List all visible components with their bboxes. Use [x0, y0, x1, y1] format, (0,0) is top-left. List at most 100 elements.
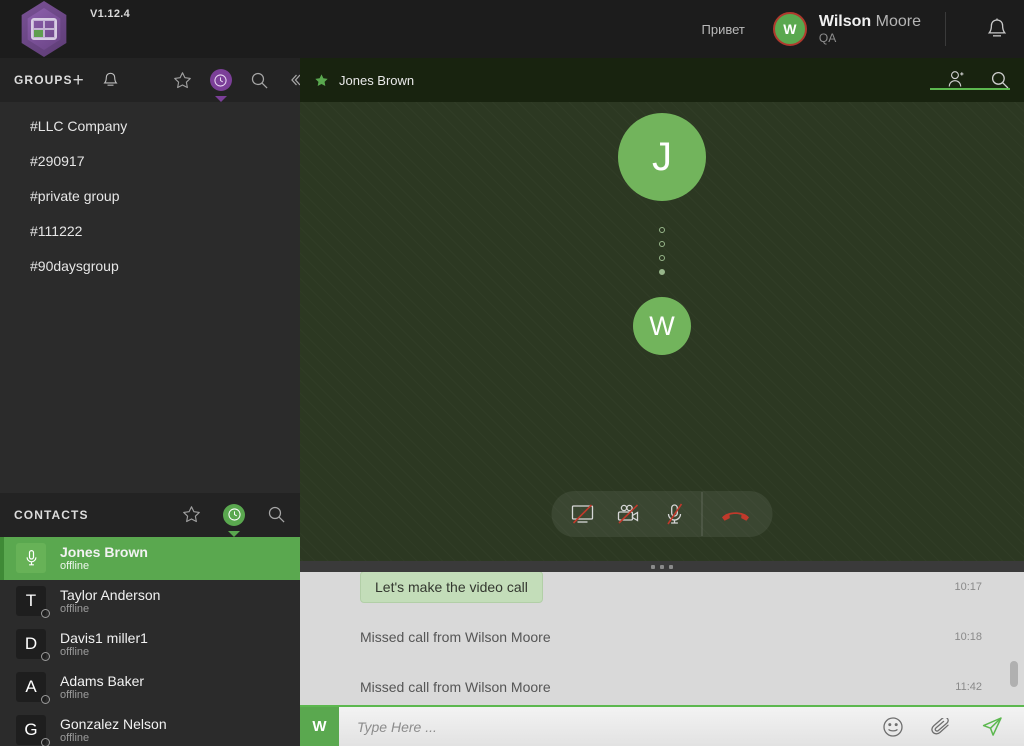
avatar: W	[300, 707, 339, 746]
avatar-initial: D	[24, 634, 38, 653]
message-time: 10:17	[954, 581, 982, 593]
clock-icon[interactable]	[209, 69, 232, 102]
message-row: Missed call from Wilson Moore 11:42	[300, 662, 1024, 705]
bell-icon[interactable]	[102, 71, 119, 89]
groups-title: GROUPS	[14, 73, 73, 87]
presence-dot	[41, 609, 50, 618]
local-participant-avatar: W	[633, 297, 691, 355]
messages-list: Let's make the video call 10:17 Missed c…	[300, 572, 1024, 705]
paperclip-icon[interactable]	[930, 717, 954, 736]
star-icon[interactable]	[314, 73, 329, 88]
remote-participant-avatar: J	[618, 113, 706, 201]
current-user[interactable]: W Wilson Moore QA	[772, 12, 921, 46]
screen-share-off-icon	[570, 503, 596, 525]
avatar-initial: G	[24, 720, 38, 739]
sidebar: GROUPS + #LLC Company #290917 #private g…	[0, 58, 301, 746]
contact-item-taylor-anderson[interactable]: T Taylor Anderson offline	[0, 580, 300, 623]
clock-icon[interactable]	[223, 503, 245, 537]
hangup-button[interactable]	[707, 491, 765, 537]
chat-header: Jones Brown	[300, 58, 1024, 102]
avatar: A	[16, 672, 50, 704]
group-label: #111222	[30, 222, 83, 239]
space-hex-logo-icon	[18, 1, 70, 57]
top-bar: V1.12.4 Привет W Wilson Moore QA	[0, 0, 1024, 58]
avatar-initial: A	[25, 677, 37, 696]
search-icon[interactable]	[267, 505, 286, 524]
main-body: GROUPS + #LLC Company #290917 #private g…	[0, 58, 1024, 746]
share-screen-button[interactable]	[560, 491, 606, 537]
group-item[interactable]: #private group	[0, 178, 300, 213]
message-bubble: Let's make the video call	[360, 572, 543, 603]
group-item[interactable]: #111222	[0, 213, 300, 248]
call-controls	[551, 491, 773, 537]
call-panel: J W	[300, 102, 1024, 572]
message-row: Missed call from Wilson Moore 10:18	[300, 612, 1024, 662]
avatar: D	[16, 629, 50, 661]
presence-dot	[41, 652, 50, 661]
message-row: Let's make the video call 10:17	[300, 572, 1024, 612]
user-last-name: Moore	[875, 12, 921, 30]
message-time: 10:18	[954, 631, 982, 643]
contact-name: Jones Brown	[60, 543, 148, 560]
logo-container[interactable]	[0, 1, 88, 57]
star-icon[interactable]	[173, 71, 192, 90]
groups-panel-header: GROUPS +	[0, 58, 301, 102]
group-label: #90daysgroup	[30, 257, 119, 274]
search-icon[interactable]	[990, 70, 1010, 90]
group-label: #private group	[30, 187, 120, 204]
contact-name: Taylor Anderson	[60, 586, 161, 603]
contact-name: Davis1 miller1	[60, 629, 148, 646]
video-button[interactable]	[606, 491, 652, 537]
system-message: Missed call from Wilson Moore	[360, 679, 551, 695]
video-camera-off-icon	[616, 503, 642, 525]
group-item[interactable]: #90daysgroup	[0, 248, 300, 283]
active-tab-underline	[930, 88, 1010, 90]
user-name: Wilson Moore	[819, 13, 921, 31]
greeting-text: Привет	[701, 21, 745, 37]
header-divider	[945, 12, 946, 46]
drag-handle-dots[interactable]	[300, 561, 1024, 572]
message-input-bar: W	[300, 707, 1024, 746]
avatar	[16, 543, 46, 573]
send-icon[interactable]	[980, 715, 1004, 739]
avatar: T	[16, 586, 50, 618]
message-input[interactable]	[339, 718, 882, 735]
plus-icon[interactable]: +	[73, 71, 84, 90]
group-item[interactable]: #LLC Company	[0, 108, 300, 143]
bell-icon	[986, 17, 1008, 41]
contacts-panel-header: CONTACTS	[0, 492, 300, 537]
messages-scrollbar[interactable]	[1010, 572, 1018, 705]
contact-status: offline	[60, 645, 90, 658]
system-message: Missed call from Wilson Moore	[360, 629, 551, 645]
avatar-initial: T	[25, 591, 37, 610]
groups-empty-space	[0, 283, 300, 493]
contact-name: Adams Baker	[60, 672, 145, 689]
search-icon[interactable]	[250, 71, 269, 90]
star-icon[interactable]	[182, 505, 201, 524]
avatar: W	[772, 12, 807, 46]
group-label: #LLC Company	[30, 117, 128, 134]
user-first-name: Wilson	[818, 12, 872, 30]
phone-hangup-icon	[720, 504, 752, 524]
contact-name: Gonzalez Nelson	[60, 715, 167, 732]
message-time: 11:42	[955, 681, 982, 693]
scrollbar-thumb[interactable]	[1010, 661, 1018, 687]
avatar: G	[16, 715, 50, 746]
contacts-title: CONTACTS	[14, 507, 89, 522]
microphone-button[interactable]	[652, 491, 698, 537]
controls-divider	[701, 492, 703, 536]
user-role: QA	[818, 31, 837, 46]
contact-status: offline	[60, 688, 90, 701]
contact-item-jones-brown[interactable]: Jones Brown offline	[0, 536, 300, 580]
contact-item-davis1-miller1[interactable]: D Davis1 miller1 offline	[0, 623, 300, 666]
group-item[interactable]: #290917	[0, 143, 300, 178]
contact-status: offline	[60, 602, 90, 615]
contact-item-gonzalez-nelson[interactable]: G Gonzalez Nelson offline	[0, 709, 300, 746]
contact-item-adams-baker[interactable]: A Adams Baker offline	[0, 666, 300, 709]
notifications-button[interactable]	[970, 17, 1024, 41]
emoji-icon[interactable]	[882, 716, 904, 738]
contact-status: offline	[60, 731, 90, 744]
app-root: V1.12.4 Привет W Wilson Moore QA GROUPS …	[0, 0, 1024, 746]
presence-dot	[41, 738, 50, 746]
add-user-icon[interactable]	[947, 70, 966, 90]
